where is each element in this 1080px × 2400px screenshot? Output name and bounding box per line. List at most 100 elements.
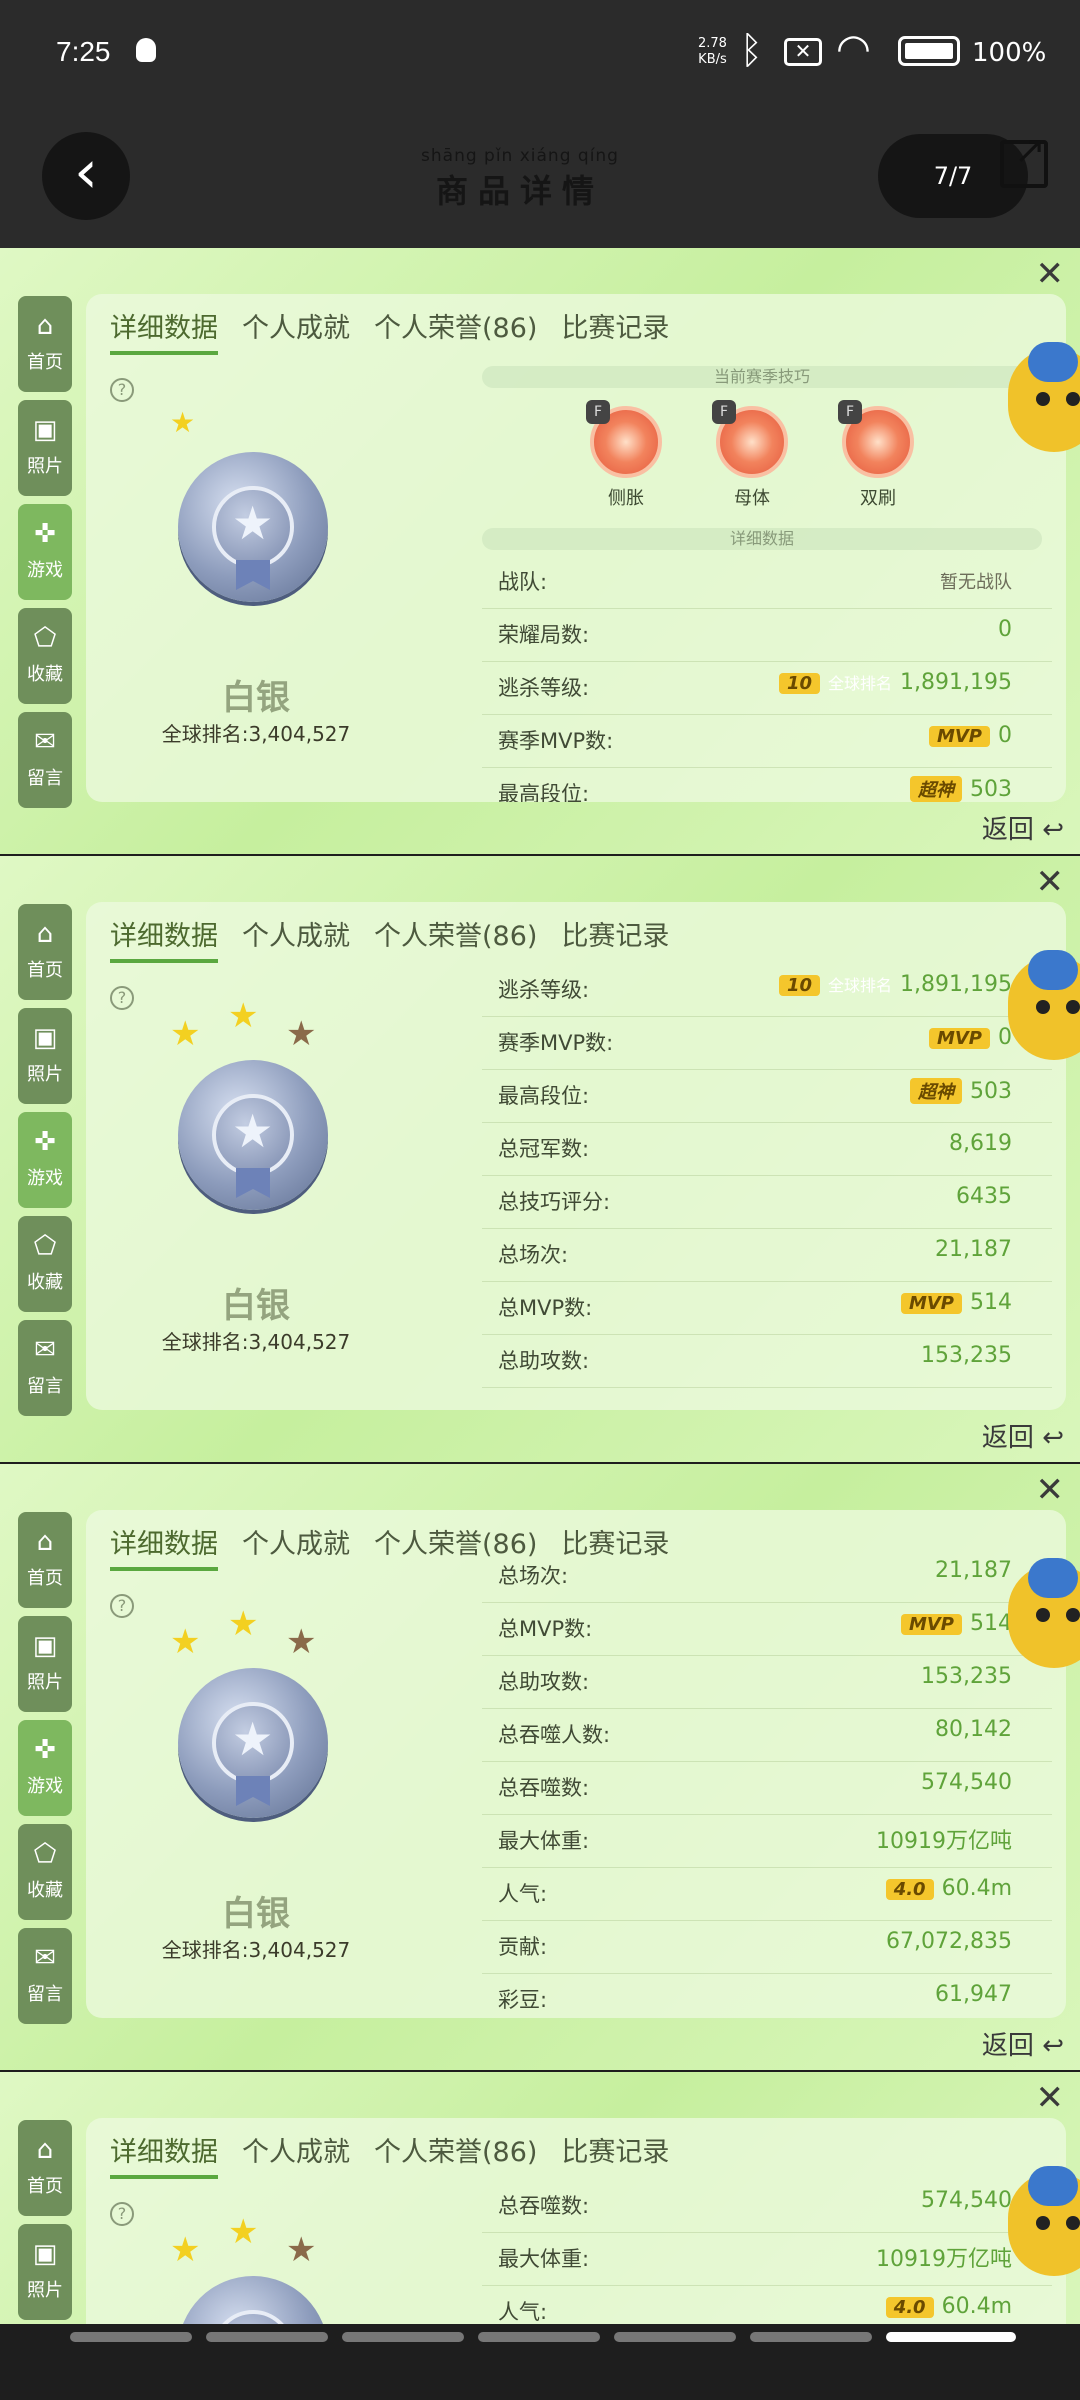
net-speed-value: 2.78 [698,36,727,51]
sidebar-item-photo[interactable]: ▣ 照片 [18,2224,72,2320]
mascot-image [1008,342,1080,452]
return-icon: ↩ [1042,815,1064,845]
photo-icon: ▣ [32,1631,58,1661]
thumbnail-indicator[interactable] [206,2332,328,2342]
sidebar-item-home[interactable]: ⌂ 首页 [18,1512,72,1608]
close-icon[interactable]: ✕ [1036,254,1065,294]
stat-label: 最高段位: [498,1084,590,1108]
stats-list: 总吞噬数: 574,540 最大体重: 10919万亿吨 人气: 4.0 60.4m [482,2180,1052,2324]
skill-item[interactable]: F 双刷 [838,400,918,510]
help-icon[interactable]: ? [110,986,134,1010]
game-icon: ✜ [34,519,56,549]
detail-card: 详细数据个人成就个人荣誉(86)比赛记录 ? ★★★ 白银 全球排名:3,404… [86,1510,1066,2018]
sidebar-item-photo[interactable]: ▣ 照片 [18,1008,72,1104]
sidebar-item-home[interactable]: ⌂ 首页 [18,904,72,1000]
screenshot-panel-1: ✕ ⌂ 首页 ▣ 照片 ✜ 游戏 ⬠ 收藏 ✉ 留言 详细数据 个人成就 个人荣誉(86) 比赛记录 ?… [0,248,1080,854]
tab-2[interactable]: 个人荣誉(86) [374,914,537,959]
stat-value: 10919万亿吨 [876,2247,1012,2272]
sidebar: ⌂ 首页 ▣ 照片 ✜ 游戏 ⬠ 收藏 ✉ 留言 [18,296,72,816]
thumbnail-indicator[interactable] [478,2332,600,2342]
skill-name: 母体 [734,488,770,509]
help-icon[interactable]: ? [110,2202,134,2226]
tab-0[interactable]: 详细数据 [110,914,218,963]
gallery-thumbnail-tray [0,2324,1080,2400]
stat-label: 总吞噬人数: [498,1723,611,1747]
sidebar-item-photo[interactable]: ▣ 照片 [18,1616,72,1712]
tab-1[interactable]: 个人成就 [242,1522,350,1567]
tab-3[interactable]: 比赛记录 [561,306,669,351]
rank-medal [178,1060,328,1210]
return-button[interactable]: 返回 ↩ [982,2025,1064,2062]
sidebar-item-home[interactable]: ⌂ 首页 [18,296,72,392]
thumbnail-indicator[interactable] [750,2332,872,2342]
tab-0[interactable]: 详细数据 [110,2130,218,2179]
help-icon[interactable]: ? [110,1594,134,1618]
sidebar-item-label: 留言 [27,768,63,789]
net-speed-unit: KB/s [698,52,727,67]
tab-3[interactable]: 比赛记录 [561,914,669,959]
stat-value: 21,187 [935,1237,1012,1262]
wifi-icon: ◠ [836,26,871,72]
close-icon[interactable]: ✕ [1036,2078,1065,2118]
close-icon[interactable]: ✕ [1036,1470,1065,1510]
back-button[interactable]: ‹ [42,132,130,220]
stat-value-group: 0 [998,617,1012,642]
thumbnail-indicator[interactable] [614,2332,736,2342]
stat-value: 153,235 [921,1664,1012,1689]
tab-0[interactable]: 详细数据 [110,1522,218,1571]
sidebar-item-favorite[interactable]: ⬠ 收藏 [18,608,72,704]
stat-value: 574,540 [921,2188,1012,2213]
skill-item[interactable]: F 侧胀 [586,400,666,510]
thumbnail-indicator[interactable] [70,2332,192,2342]
sidebar-item-favorite[interactable]: ⬠ 收藏 [18,1216,72,1312]
stat-value: 1,891,195 [900,670,1012,695]
sidebar-item-message[interactable]: ✉ 留言 [18,712,72,808]
no-sim-icon: ✕ [784,38,822,66]
sidebar-item-message[interactable]: ✉ 留言 [18,1320,72,1416]
return-button[interactable]: 返回 ↩ [982,809,1064,846]
tab-1[interactable]: 个人成就 [242,2130,350,2175]
return-icon: ↩ [1042,1423,1064,1453]
close-icon[interactable]: ✕ [1036,862,1065,902]
skill-name: 双刷 [860,488,896,509]
tab-2[interactable]: 个人荣誉(86) [374,2130,537,2175]
tab-3[interactable]: 比赛记录 [561,2130,669,2175]
stat-value: 153,235 [921,1343,1012,1368]
tab-0[interactable]: 详细数据 [110,306,218,355]
stat-row: 总冠军数: 8,619 [482,1123,1052,1176]
thumbnail-indicator[interactable] [342,2332,464,2342]
tab-1[interactable]: 个人成就 [242,914,350,959]
sidebar-item-game[interactable]: ✜ 游戏 [18,504,72,600]
sidebar-item-label: 游戏 [27,560,63,581]
skill-item[interactable]: F 母体 [712,400,792,510]
skill-name: 侧胀 [608,488,644,509]
sidebar-item-photo[interactable]: ▣ 照片 [18,400,72,496]
sidebar-item-message[interactable]: ✉ 留言 [18,1928,72,2024]
stat-label: 荣耀局数: [498,623,590,647]
sidebar-item-label: 照片 [27,2280,63,2301]
star-icon: ★ [286,2230,317,2270]
stats-list: 总场次: 21,187 总MVP数: MVP 514 总助攻数: 153,235 总吞噬人数:… [482,1550,1052,2018]
sidebar-item-home[interactable]: ⌂ 首页 [18,2120,72,2216]
tab-2[interactable]: 个人荣誉(86) [374,306,537,351]
stat-value-group: MVP 514 [900,1290,1012,1315]
stat-value-group: 10 全球排名 1,891,195 [778,670,1012,695]
sidebar-item-game[interactable]: ✜ 游戏 [18,1720,72,1816]
sidebar-item-favorite[interactable]: ⬠ 收藏 [18,1824,72,1920]
stat-row: 总场次: 21,187 [482,1550,1052,1603]
rank-name: 白银 [222,1894,290,1934]
stat-badge: MVP [928,726,990,747]
sidebar-item-label: 游戏 [27,1776,63,1797]
thumbnail-indicator[interactable] [886,2332,1016,2342]
tab-1[interactable]: 个人成就 [242,306,350,351]
help-icon[interactable]: ? [110,378,134,402]
stat-row: 总吞噬数: 574,540 [482,2180,1052,2233]
share-icon[interactable] [1000,128,1048,188]
stat-value: 21,187 [935,1558,1012,1583]
screenshot-panel-2: ✕ ⌂ 首页 ▣ 照片 ✜ 游戏 ⬠ 收藏 ✉ 留言 详细数据 个人成就 个人荣誉(86) 比赛记录 ?… [0,856,1080,1462]
stat-value-group: 超神 503 [910,1078,1012,1104]
sidebar-item-game[interactable]: ✜ 游戏 [18,1112,72,1208]
return-button[interactable]: 返回 ↩ [982,1417,1064,1454]
favorite-icon: ⬠ [33,623,57,653]
message-icon: ✉ [34,1943,56,1973]
